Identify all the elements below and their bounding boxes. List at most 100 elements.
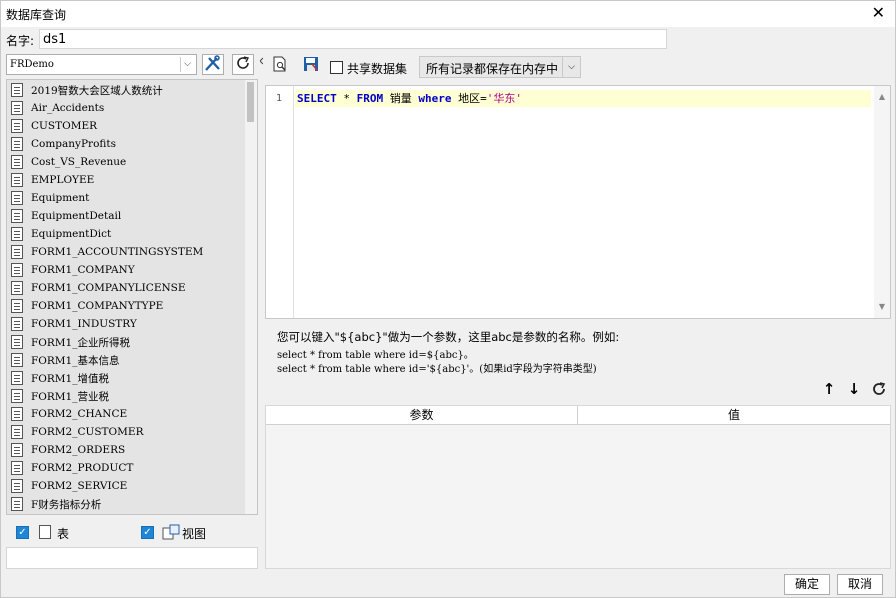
parameter-table-header: 参数 值 xyxy=(266,406,890,425)
table-icon xyxy=(11,335,23,349)
table-icon xyxy=(11,155,23,169)
table-row[interactable]: FORM1_INDUSTRY xyxy=(11,315,137,333)
database-select-value: FRDemo xyxy=(10,59,54,70)
close-icon[interactable]: ✕ xyxy=(872,4,885,22)
table-name: CUSTOMER xyxy=(31,120,98,132)
left-search-field[interactable] xyxy=(6,547,258,569)
left-panel: FRDemo ⌵ 2019智数大会区域人数统计 Air_Accidents CUST… xyxy=(6,53,258,571)
chevron-down-icon: ⌵ xyxy=(562,57,580,77)
move-up-icon[interactable]: ↑ xyxy=(819,379,839,399)
table-row[interactable]: EMPLOYEE xyxy=(11,171,94,189)
table-name: FORM2_CHANCE xyxy=(31,408,128,420)
table-row[interactable]: FORM1_营业税 xyxy=(11,387,109,405)
table-row[interactable]: CompanyProfits xyxy=(11,135,116,153)
table-row[interactable]: Cost_VS_Revenue xyxy=(11,153,126,171)
table-checkbox[interactable]: ✓ xyxy=(16,526,29,539)
table-row[interactable]: 2019智数大会区域人数统计 xyxy=(11,81,163,99)
table-icon xyxy=(11,137,23,151)
table-row[interactable]: Equipment xyxy=(11,189,89,207)
table-row[interactable]: FORM2_SERVICE xyxy=(11,477,127,495)
table-name: F财务指标分析 xyxy=(31,498,102,511)
table-row[interactable]: CUSTOMER xyxy=(11,117,97,135)
name-input[interactable] xyxy=(39,29,667,49)
tree-scrollbar[interactable] xyxy=(245,80,257,514)
table-icon xyxy=(11,425,23,439)
editor-scrollbar[interactable]: ▲ ▼ xyxy=(874,86,890,318)
table-row[interactable]: FORM1_ACCOUNTINGSYSTEM xyxy=(11,243,203,261)
table-icon xyxy=(39,525,51,539)
table-row[interactable]: EquipmentDetail xyxy=(11,207,121,225)
sql-editor[interactable]: 1 SELECT * FROM 销量 where 地区='华东' ▲ ▼ xyxy=(265,85,891,319)
table-row[interactable]: FORM1_COMPANY xyxy=(11,261,135,279)
dialog-window: 数据库查询 ✕ 名字: FRDemo ⌵ 2019智数大会区域人数统计 Air_A… xyxy=(0,0,896,598)
view-checkbox[interactable]: ✓ xyxy=(141,526,154,539)
table-name: Cost_VS_Revenue xyxy=(31,156,127,168)
table-icon xyxy=(11,281,23,295)
table-row[interactable]: FORM1_COMPANYLICENSE xyxy=(11,279,186,297)
value-column-header: 值 xyxy=(727,408,740,422)
table-row[interactable]: FORM2_CHANCE xyxy=(11,405,127,423)
panel-splitter[interactable] xyxy=(259,55,264,73)
sql-text[interactable]: SELECT * FROM 销量 where 地区='华东' xyxy=(297,90,522,107)
table-row[interactable]: FORM2_ORDERS xyxy=(11,441,125,459)
name-label: 名字: xyxy=(6,34,35,48)
table-row[interactable]: FORM1_COMPANYTYPE xyxy=(11,297,163,315)
hint-line-3: select * from table where id='${abc}'。(如… xyxy=(277,364,597,375)
sql-condition-field: 地区= xyxy=(451,92,487,105)
table-name: EquipmentDict xyxy=(31,228,112,240)
table-row[interactable]: FORM1_增值税 xyxy=(11,369,109,387)
table-row[interactable]: FORM2_PRODUCT xyxy=(11,459,133,477)
save-icon xyxy=(304,57,318,71)
table-row[interactable]: FORM2_CUSTOMER xyxy=(11,423,144,441)
share-dataset-checkbox[interactable] xyxy=(330,61,343,74)
table-name: FORM1_基本信息 xyxy=(31,354,120,367)
ok-button[interactable]: 确定 xyxy=(784,574,830,595)
table-icon xyxy=(11,461,23,475)
title-bar: 数据库查询 ✕ xyxy=(1,1,895,27)
table-name: FORM1_ACCOUNTINGSYSTEM xyxy=(31,246,204,258)
table-icon xyxy=(11,101,23,115)
table-icon xyxy=(11,497,23,511)
connection-settings-button[interactable] xyxy=(202,54,224,75)
table-row[interactable]: F财务指标分析 xyxy=(11,495,101,513)
table-icon xyxy=(11,317,23,331)
table-name: FORM1_INDUSTRY xyxy=(31,318,137,330)
param-column-header: 参数 xyxy=(266,406,578,425)
move-down-icon[interactable]: ↓ xyxy=(844,379,864,399)
scroll-down-icon[interactable]: ▼ xyxy=(877,302,887,312)
table-icon xyxy=(11,119,23,133)
hint-line-1: 您可以键入"${abc}"做为一个参数，这里abc是参数的名称。例如: xyxy=(277,330,620,344)
table-icon xyxy=(11,371,23,385)
save-button[interactable] xyxy=(300,56,322,78)
table-name: FORM1_企业所得税 xyxy=(31,336,130,349)
table-name: FORM2_ORDERS xyxy=(31,444,126,456)
sql-keyword-from: FROM xyxy=(356,92,384,105)
table-name: FORM1_COMPANY xyxy=(31,264,135,276)
table-name: EMPLOYEE xyxy=(31,174,95,186)
chevron-down-icon: ⌵ xyxy=(180,57,194,72)
table-icon xyxy=(11,191,23,205)
query-toolbar: 共享数据集 所有记录都保存在内存中 ⌵ xyxy=(265,54,891,80)
refresh-params-icon[interactable] xyxy=(869,379,889,399)
sql-star: * xyxy=(336,92,357,105)
cache-mode-select[interactable]: 所有记录都保存在内存中 ⌵ xyxy=(419,56,581,78)
table-name: FORM1_营业税 xyxy=(31,390,109,403)
table-icon xyxy=(11,209,23,223)
preview-button[interactable] xyxy=(269,56,291,78)
scroll-up-icon[interactable]: ▲ xyxy=(877,92,887,102)
table-row[interactable]: Air_Accidents xyxy=(11,99,104,117)
cancel-button[interactable]: 取消 xyxy=(837,574,883,595)
table-name: FORM2_PRODUCT xyxy=(31,462,134,474)
database-select[interactable]: FRDemo ⌵ xyxy=(6,54,197,75)
table-list: 2019智数大会区域人数统计 Air_Accidents CUSTOMER Compa… xyxy=(7,80,245,514)
table-icon xyxy=(11,299,23,313)
collapse-arrows-icon xyxy=(259,57,264,65)
table-icon xyxy=(11,245,23,259)
table-row[interactable]: FORM1_企业所得税 xyxy=(11,333,130,351)
name-row: 名字: xyxy=(1,28,895,52)
refresh-button[interactable] xyxy=(232,54,254,75)
table-icon xyxy=(11,443,23,457)
table-row[interactable]: FORM1_基本信息 xyxy=(11,351,119,369)
table-row[interactable]: EquipmentDict xyxy=(11,225,111,243)
tree-scroll-thumb[interactable] xyxy=(247,82,254,122)
